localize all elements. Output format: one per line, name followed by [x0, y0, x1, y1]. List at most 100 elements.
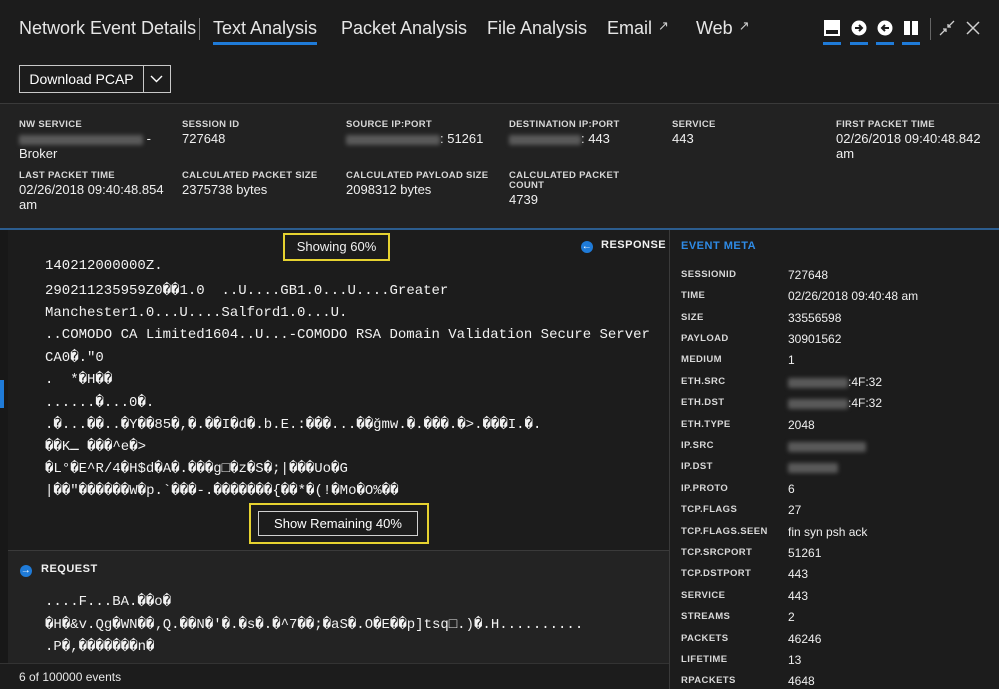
arrow-left-circle-icon: ←: [581, 241, 593, 253]
stream-line: .P�,�������n�: [45, 639, 155, 655]
meta-row-tcp-srcport[interactable]: TCP.SRCPORT 51261: [681, 544, 999, 564]
meta-value: 443: [788, 567, 809, 581]
meta-row-eth-type[interactable]: ETH.TYPE 2048: [681, 416, 999, 436]
destination-ip-port-value: : 443: [509, 132, 669, 145]
control-divider: [930, 18, 931, 40]
meta-value: 4648: [788, 674, 815, 688]
calc-payload-size-label: CALCULATED PAYLOAD SIZE: [346, 170, 489, 181]
meta-row-time[interactable]: TIME 02/26/2018 09:40:48 am: [681, 287, 999, 307]
meta-row-ip-src[interactable]: IP.SRC: [681, 437, 999, 457]
stream-line: .�...��..�Y��85�,�.��I�d�.b.E.:���...��ğ…: [45, 417, 542, 433]
event-meta-title[interactable]: EVENT META: [681, 240, 756, 252]
meta-key: PAYLOAD: [681, 333, 729, 344]
session-id-value: 727648: [182, 131, 226, 146]
left-gutter: [0, 230, 8, 663]
panel-top-indicator: [823, 42, 841, 45]
tab-divider: [199, 18, 200, 40]
meta-row-streams[interactable]: STREAMS 2: [681, 608, 999, 628]
external-link-icon: ↗: [658, 18, 669, 33]
stream-line: �H�&v.Qg�WN��‚Q.��N�'�.�s�.�^7��;�aS�.O�…: [45, 617, 584, 633]
meta-row-payload[interactable]: PAYLOAD 30901562: [681, 330, 999, 350]
tab-file-analysis[interactable]: File Analysis: [487, 18, 587, 39]
meta-row-eth-src[interactable]: ETH.SRC :4F:32: [681, 373, 999, 393]
chevron-down-icon: [150, 75, 163, 83]
meta-row-sessionid[interactable]: SESSIONID 727648: [681, 266, 999, 286]
download-dropdown-button[interactable]: [143, 66, 170, 92]
meta-key: STREAMS: [681, 611, 731, 622]
meta-key: TCP.SRCPORT: [681, 547, 753, 558]
meta-value: 51261: [788, 546, 822, 560]
arrow-left-circle-icon[interactable]: [877, 20, 893, 36]
stream-line: . *�H��: [45, 372, 113, 388]
download-pcap-button[interactable]: Download PCAP: [20, 66, 144, 92]
source-port: : 51261: [440, 131, 484, 146]
meta-row-medium[interactable]: MEDIUM 1: [681, 351, 999, 371]
last-packet-time-value-line2: am: [19, 197, 38, 212]
session-id-label: SESSION ID: [182, 119, 240, 130]
last-packet-time-field: LAST PACKET TIME 02/26/2018 09:40:48.854…: [19, 171, 179, 212]
meta-value: 443: [788, 589, 809, 603]
close-icon[interactable]: [965, 20, 981, 36]
destination-ip-port-label: DESTINATION IP:PORT: [509, 119, 620, 130]
meta-key: SERVICE: [681, 590, 726, 601]
nw-service-value-line2: Broker: [19, 146, 58, 161]
meta-value: 1: [788, 353, 795, 367]
collapse-icon[interactable]: [939, 20, 955, 36]
meta-row-ip-proto[interactable]: IP.PROTO 6: [681, 480, 999, 500]
response-header[interactable]: ← RESPONSE: [581, 239, 666, 253]
meta-row-tcp-flags-seen[interactable]: TCP.FLAGS.SEEN fin syn psh ack: [681, 523, 999, 543]
event-count: 6 of 100000 events: [19, 670, 122, 684]
tab-bar: Network Event Details Text Analysis Pack…: [0, 0, 999, 56]
show-remaining-button[interactable]: Show Remaining 40%: [258, 511, 418, 536]
service-field: SERVICE 443: [672, 120, 832, 146]
meta-value: [788, 460, 838, 474]
nw-service-label: NW SERVICE: [19, 119, 83, 130]
meta-row-packets[interactable]: PACKETS 46246: [681, 630, 999, 650]
meta-value: 33556598: [788, 311, 842, 325]
show-remaining-highlight: Show Remaining 40%: [249, 503, 429, 544]
destination-ip-port-field: DESTINATION IP:PORT : 443: [509, 120, 669, 145]
meta-value: fin syn psh ack: [788, 525, 868, 539]
meta-row-tcp-dstport[interactable]: TCP.DSTPORT 443: [681, 565, 999, 585]
meta-row-tcp-flags[interactable]: TCP.FLAGS 27: [681, 501, 999, 521]
stream-line: �L°�E^R/4�H$d�A�.���g□�z�S�;|���Uo�G: [45, 461, 348, 477]
meta-row-lifetime[interactable]: LIFETIME 13: [681, 651, 999, 671]
meta-row-rpackets[interactable]: RPACKETS 4648: [681, 672, 999, 689]
calc-packet-count-value: 4739: [509, 192, 538, 207]
meta-row-service[interactable]: SERVICE 443: [681, 587, 999, 607]
meta-value: 13: [788, 653, 802, 667]
stream-line: 290211235959Z0��1.0 ..U....GB1.0...U....…: [45, 283, 449, 299]
tab-web[interactable]: Web ↗: [696, 18, 750, 39]
meta-value: 46246: [788, 632, 822, 646]
meta-value: :4F:32: [788, 375, 882, 389]
first-packet-time-value: 02/26/2018 09:40:48.842: [836, 131, 981, 146]
panel-top-icon[interactable]: [824, 20, 840, 36]
calc-packet-size-label: CALCULATED PACKET SIZE: [182, 170, 318, 181]
redacted-value: [788, 398, 848, 409]
tab-email[interactable]: Email ↗: [607, 18, 669, 39]
meta-value: 02/26/2018 09:40:48 am: [788, 289, 919, 303]
tab-text-analysis[interactable]: Text Analysis: [213, 18, 318, 45]
meta-row-eth-dst[interactable]: ETH.DST:4F:32: [681, 394, 999, 414]
meta-row-ip-dst[interactable]: IP.DST: [681, 458, 999, 478]
meta-key: PACKETS: [681, 633, 729, 644]
split-view-icon[interactable]: [903, 20, 919, 36]
meta-row-size[interactable]: SIZE 33556598: [681, 309, 999, 329]
calc-payload-size-field: CALCULATED PAYLOAD SIZE 2098312 bytes: [346, 170, 506, 197]
arrow-right-circle-icon[interactable]: [851, 20, 867, 36]
stream-line: CA0�."0: [45, 350, 104, 366]
calc-packet-count-field: CALCULATED PACKET COUNT 4739: [509, 171, 669, 207]
redacted-value: [788, 462, 838, 473]
scroll-marker: [0, 380, 4, 408]
meta-key: ETH.SRC: [681, 376, 726, 387]
tab-packet-analysis[interactable]: Packet Analysis: [341, 18, 467, 39]
request-header[interactable]: → REQUEST: [20, 563, 98, 577]
tab-network-event-details[interactable]: Network Event Details: [19, 18, 196, 39]
meta-key: RPACKETS: [681, 675, 736, 686]
destination-port: : 443: [581, 131, 610, 146]
meta-key: IP.PROTO: [681, 483, 729, 494]
stream-line: |��"������W�p.`���-.�������{��*�(!�Mo�O%…: [45, 483, 399, 499]
arrow-right-indicator: [850, 42, 868, 45]
meta-key: LIFETIME: [681, 654, 728, 665]
meta-key: IP.SRC: [681, 440, 714, 451]
